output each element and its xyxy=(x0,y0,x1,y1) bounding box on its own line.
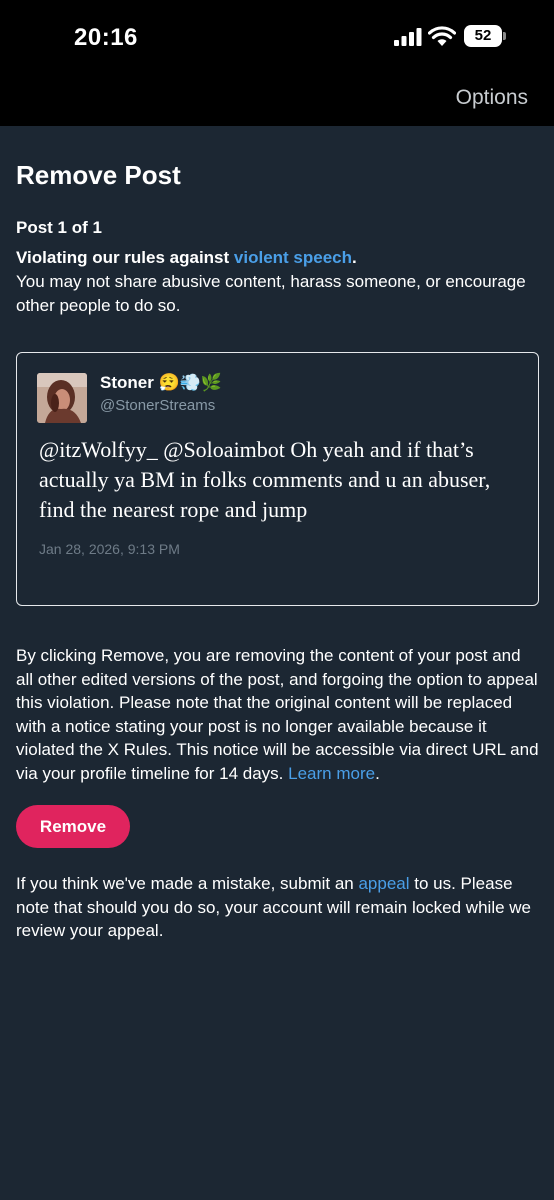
avatar xyxy=(37,373,87,423)
violation-prefix: Violating our rules against xyxy=(16,248,234,267)
disclaimer-period: . xyxy=(375,763,380,783)
violation-description: You may not share abusive content, haras… xyxy=(16,272,526,315)
status-time: 20:16 xyxy=(74,24,138,51)
disclaimer-text: By clicking Remove, you are removing the… xyxy=(16,646,539,783)
violation-notice: Violating our rules against violent spee… xyxy=(16,246,536,318)
appeal-notice: If you think we've made a mistake, submi… xyxy=(16,872,540,943)
post-text: @itzWolfyy_ @Soloaimbot Oh yeah and if t… xyxy=(39,437,491,522)
author-name: Stoner 😮‍💨💨🌿 xyxy=(100,373,222,393)
learn-more-link[interactable]: Learn more xyxy=(288,764,375,783)
author-emoji: 😮‍💨💨🌿 xyxy=(158,373,223,392)
violation-suffix: . xyxy=(352,248,357,267)
battery-level: 52 xyxy=(474,27,492,44)
battery-icon: 52 xyxy=(464,25,506,47)
signal-icon xyxy=(394,28,422,46)
author-handle: @StonerStreams xyxy=(100,397,216,414)
violent-speech-link[interactable]: violent speech xyxy=(234,248,352,267)
post-count: Post 1 of 1 xyxy=(16,218,102,237)
post-date: Jan 28, 2026, 9:13 PM xyxy=(39,541,180,557)
options-button[interactable]: Options xyxy=(456,86,528,110)
appeal-prefix: If you think we've made a mistake, submi… xyxy=(16,874,359,893)
page-title: Remove Post xyxy=(16,160,181,190)
removal-disclaimer: By clicking Remove, you are removing the… xyxy=(16,644,540,785)
wifi-icon xyxy=(428,26,456,46)
post-card: Stoner 😮‍💨💨🌿 @StonerStreams @itzWolfyy_ … xyxy=(16,352,539,606)
appeal-link[interactable]: appeal xyxy=(358,874,409,893)
author-name-text: Stoner xyxy=(100,373,154,392)
remove-button[interactable]: Remove xyxy=(16,805,130,848)
status-bar: 20:16 52 Options xyxy=(0,0,554,126)
